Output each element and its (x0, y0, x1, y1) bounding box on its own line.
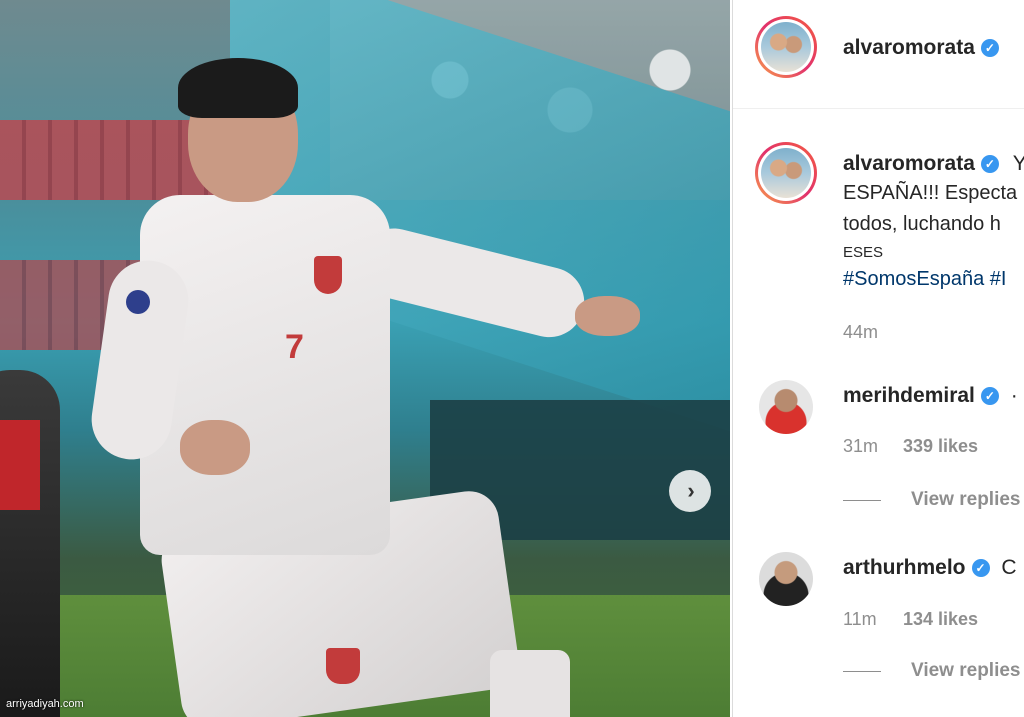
caption-line-3: todos, luchando h (843, 213, 1001, 235)
comment-text-start: C (1001, 556, 1017, 579)
replies-line (843, 500, 881, 501)
caption-username-text[interactable]: alvaromorata (843, 152, 975, 175)
chevron-right-icon: › (687, 478, 695, 503)
comment-likes-text[interactable]: 134 likes (903, 609, 978, 629)
player-hand-right (575, 296, 640, 336)
caption-username[interactable]: alvaromorata ✓ Y (843, 152, 1024, 176)
comment-username-merihdemiral[interactable]: merihdemiral ✓ · (843, 384, 1018, 408)
verified-badge-icon: ✓ (980, 155, 999, 174)
verified-badge-icon: ✓ (971, 559, 990, 578)
view-replies-button[interactable]: View replies (911, 660, 1021, 682)
watermark: arriyadiyah.com (6, 698, 84, 710)
comment-time[interactable]: 31m (843, 436, 878, 457)
caption-author-photo (761, 148, 811, 198)
comment-username-arthurhmelo[interactable]: arthurhmelo ✓ C (843, 556, 1017, 580)
view-replies-button[interactable]: View replies (911, 489, 1021, 511)
comment-username-text[interactable]: merihdemiral (843, 384, 975, 407)
player-hair (178, 58, 298, 118)
shirt-crest (314, 256, 342, 294)
translation-tag[interactable]: ESES (843, 244, 883, 261)
commenter-avatar-merihdemiral[interactable] (759, 380, 813, 434)
comment-likes[interactable]: 134 likes (903, 609, 978, 630)
next-photo-button[interactable]: › (669, 470, 711, 512)
header-divider (733, 108, 1024, 109)
author-avatar[interactable] (755, 16, 817, 78)
shorts-crest (326, 648, 360, 684)
opponent-kit-detail (0, 420, 40, 510)
post-photo[interactable]: 7 › arriyadiyah.com (0, 0, 730, 717)
player-hand-left (180, 420, 250, 475)
header-username[interactable]: alvaromorata ✓ (843, 36, 999, 60)
caption-line-2: ESPAÑA!!! Especta (843, 182, 1018, 204)
verified-badge-icon: ✓ (980, 387, 999, 406)
caption-time[interactable]: 44m (843, 322, 878, 343)
caption-author-avatar[interactable] (755, 142, 817, 204)
comment-time[interactable]: 11m (843, 609, 877, 630)
player-figure: 7 (0, 0, 730, 717)
caption-first-word: Y (1013, 152, 1024, 175)
comment-username-text[interactable]: arthurhmelo (843, 556, 966, 579)
player-sock (490, 650, 570, 717)
commenter-avatar-arthurhmelo[interactable] (759, 552, 813, 606)
comment-text-start: · (1010, 384, 1018, 407)
verified-badge-icon: ✓ (980, 39, 999, 58)
caption-hashtags[interactable]: #SomosEspaña #I (843, 268, 1006, 291)
replies-line (843, 671, 881, 672)
author-photo (761, 22, 811, 72)
header-username-text[interactable]: alvaromorata (843, 36, 975, 59)
shirt-number: 7 (285, 328, 304, 366)
comment-likes-text[interactable]: 339 likes (903, 436, 978, 456)
comment-likes[interactable]: 339 likes (903, 436, 978, 457)
post-side-panel: alvaromorata ✓ alvaromorata ✓ Y ESPAÑA!!! … (732, 0, 1024, 717)
sleeve-badge (126, 290, 150, 314)
